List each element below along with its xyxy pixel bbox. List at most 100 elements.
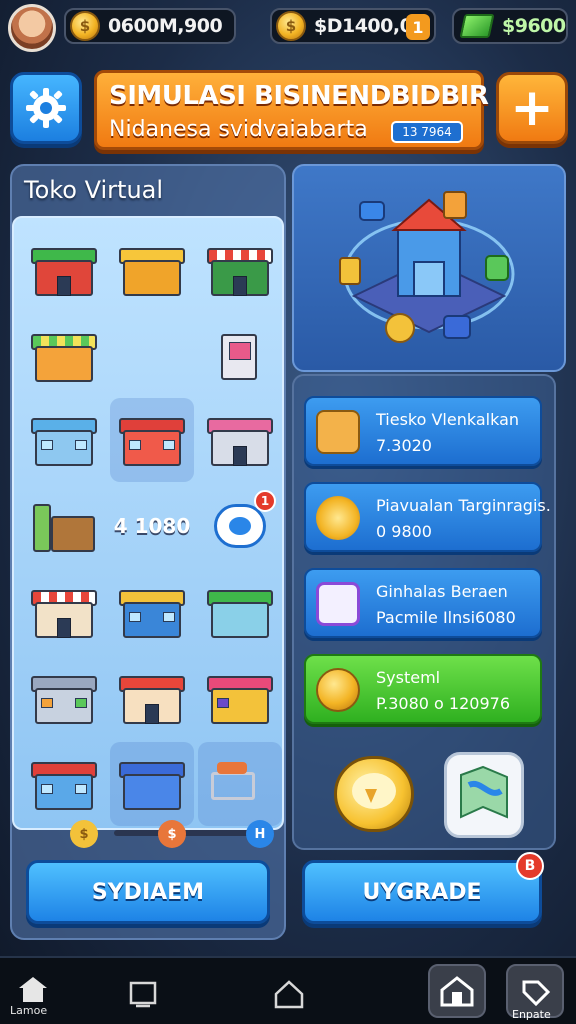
dollar-coin-icon: $	[276, 11, 306, 41]
shop-primary-button[interactable]: SYDIAEM	[26, 860, 270, 924]
blue-store-icon	[119, 584, 185, 640]
top-bar: $ 0600M,900 $ $D1400,0S 1 $9600	[0, 0, 576, 52]
shop-item-toy-store[interactable]	[198, 656, 282, 740]
shop-grid: 4 1080 1	[12, 216, 284, 830]
coins-icon	[316, 496, 360, 540]
shop-item-chat[interactable]: 1	[198, 484, 282, 568]
shop-item-cargo[interactable]	[22, 484, 106, 568]
stat-card-customers-title: Ginhalas Beraen	[376, 582, 508, 601]
shop-item-mall[interactable]	[22, 656, 106, 740]
stat-card-income-value: 0 9800	[376, 522, 432, 541]
stat-card-system-title: Systeml	[376, 668, 441, 687]
avatar[interactable]	[8, 4, 56, 52]
nav-center[interactable]	[272, 978, 306, 1014]
shop-item-warehouse[interactable]	[110, 228, 194, 312]
shop-item-stall[interactable]	[22, 314, 106, 398]
box-icon	[316, 410, 360, 454]
chat-icon	[316, 582, 360, 626]
stat-card-income[interactable]: Piavualan Targinragis. 0 9800	[304, 482, 551, 552]
upgrade-badge: B	[516, 852, 544, 880]
resource-counter-cash[interactable]: $ $D1400,0S 1	[270, 8, 436, 44]
game-title-banner: SIMULASI BISINENDBIDBIR Nidanesa svidvai…	[94, 70, 489, 150]
pager-dot-home[interactable]: H	[246, 820, 274, 848]
stat-card-income-title: Piavualan Targinragis.	[376, 496, 551, 515]
shop-item-boutique[interactable]	[198, 398, 282, 482]
shop-item-green-store[interactable]	[198, 570, 282, 654]
hint-button[interactable]	[334, 756, 414, 832]
shopping-cart-icon	[207, 756, 273, 812]
game-title: SIMULASI BISINENDBIDBIR	[109, 81, 489, 111]
resource-counter-coins[interactable]: $ 0600M,900	[64, 8, 236, 44]
add-button[interactable]: +	[496, 72, 568, 144]
boutique-icon	[207, 412, 273, 468]
shop-value-label: 4 1080	[113, 514, 191, 538]
stat-card-system-value: P.3080 o 120976	[376, 694, 510, 713]
market-stall-icon	[207, 242, 273, 298]
farm-building-icon	[31, 242, 97, 298]
resource-coins-value: 0600M,900	[108, 15, 223, 37]
cargo-crate-icon	[31, 498, 97, 554]
add-cash-button[interactable]: 1	[406, 14, 430, 40]
gear-icon	[26, 88, 66, 128]
shop-item-blue-store[interactable]	[110, 570, 194, 654]
stat-card-sales-value: 7.3020	[376, 436, 432, 455]
shop-item-kiosk[interactable]	[198, 314, 282, 398]
resource-gems-value: $9600	[502, 15, 566, 37]
dollar-coin-icon	[316, 668, 360, 712]
notification-badge: 1	[254, 490, 276, 512]
shop-item-supermarket[interactable]	[22, 742, 106, 826]
shop-item-checkout[interactable]	[110, 742, 194, 826]
shop-panel: Toko Virtual 4 1080 1 $ $ H	[10, 164, 286, 940]
stat-card-sales-title: Tiesko Vlenkalkan	[376, 410, 520, 429]
store-tile	[428, 964, 486, 1018]
map-icon	[460, 765, 508, 819]
mall-icon	[31, 670, 97, 726]
square-icon	[129, 981, 157, 1008]
bottom-navigation: Lamoe Enpate	[0, 956, 576, 1024]
coin-icon: $	[70, 11, 100, 41]
shop-item-awning-shop[interactable]	[22, 570, 106, 654]
bank-building-icon	[339, 191, 515, 343]
nav-recent[interactable]	[128, 980, 158, 1012]
shop-item-value[interactable]: 4 1080	[110, 484, 194, 568]
nav-home-label: Lamoe	[10, 1004, 48, 1017]
shop-item-farm[interactable]	[22, 228, 106, 312]
shop-item-market[interactable]	[198, 228, 282, 312]
store-icon	[440, 976, 474, 1007]
shop-item-grocery[interactable]	[22, 398, 106, 482]
green-cash-icon	[459, 14, 495, 38]
warehouse-icon	[119, 242, 185, 298]
home-icon	[19, 977, 47, 1002]
shop-title: Toko Virtual	[24, 176, 164, 204]
nav-profile[interactable]: Enpate	[506, 964, 564, 1021]
shop-pager: $ $ H	[62, 820, 322, 848]
settings-button[interactable]	[10, 72, 82, 144]
tag-icon	[522, 980, 551, 1006]
stat-card-system[interactable]: Systeml P.3080 o 120976	[304, 654, 542, 724]
stall-icon	[31, 328, 97, 384]
grocery-store-icon	[31, 412, 97, 468]
shop-item-cart[interactable]	[198, 742, 282, 826]
resource-counter-gems[interactable]: $9600	[452, 8, 568, 44]
title-tag: 13 7964	[391, 121, 463, 143]
shop-item-shop-red[interactable]	[110, 398, 194, 482]
upgrade-button[interactable]: UYGRADE	[302, 860, 542, 924]
map-button[interactable]	[444, 752, 524, 838]
business-hero-illustration	[292, 164, 566, 372]
upgrade-button-label: UYGRADE	[362, 879, 482, 905]
supermarket-icon	[31, 756, 97, 812]
red-shop-icon	[119, 412, 185, 468]
awning-shop-icon	[31, 584, 97, 640]
nav-profile-label: Enpate	[512, 1008, 551, 1021]
shop-item-bakery[interactable]	[110, 656, 194, 740]
game-subtitle: Nidanesa svidvaiabarta	[109, 117, 368, 142]
nav-home[interactable]: Lamoe	[10, 974, 50, 1017]
pager-dot-shop[interactable]: $	[158, 820, 186, 848]
nav-store[interactable]	[428, 964, 486, 1018]
stat-card-customers[interactable]: Ginhalas Beraen Pacmile Ilnsi6080	[304, 568, 542, 638]
stat-card-sales[interactable]: Tiesko Vlenkalkan 7.3020	[304, 396, 542, 466]
toy-store-icon	[207, 670, 273, 726]
green-store-icon	[207, 584, 273, 640]
pager-dot-coins[interactable]: $	[70, 820, 98, 848]
stat-card-customers-value: Pacmile Ilnsi6080	[376, 608, 516, 627]
